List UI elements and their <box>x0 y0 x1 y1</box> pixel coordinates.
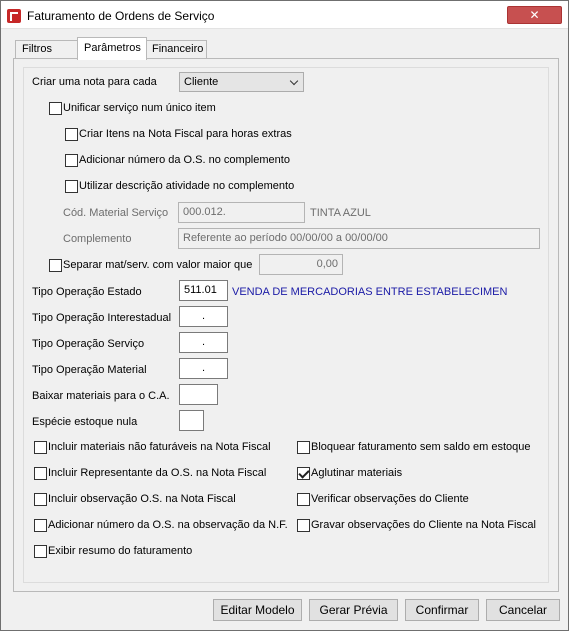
separar-checkbox[interactable] <box>49 259 62 272</box>
tipo-estado-desc: VENDA DE MERCADORIAS ENTRE ESTABELECIMEN <box>232 286 508 298</box>
baixar-field[interactable] <box>179 384 218 405</box>
cancelar-button[interactable]: Cancelar <box>486 599 560 621</box>
chevron-down-icon <box>289 76 299 86</box>
verificar-observacoes-label: Verificar observações do Cliente <box>311 493 469 505</box>
tipo-servico-field[interactable]: . <box>179 332 228 353</box>
tab-filtros[interactable]: Filtros <box>15 40 79 59</box>
utilizar-desc-label: Utilizar descrição atividade no compleme… <box>79 180 295 192</box>
cod-material-desc: TINTA AZUL <box>310 207 371 219</box>
especie-label: Espécie estoque nula <box>32 416 138 428</box>
aglutinar-materiais-checkbox[interactable] <box>297 467 310 480</box>
complemento-field[interactable]: Referente ao período 00/00/00 a 00/00/00 <box>178 228 540 249</box>
incluir-materiais-checkbox[interactable] <box>34 441 47 454</box>
criar-nota-value: Cliente <box>184 76 219 88</box>
tipo-estado-field[interactable]: 511.01 <box>179 280 228 301</box>
tipo-interestadual-field[interactable]: . <box>179 306 228 327</box>
criar-nota-label: Criar uma nota para cada <box>32 76 157 88</box>
unificar-checkbox[interactable] <box>49 102 62 115</box>
tab-parametros[interactable]: Parâmetros <box>77 37 147 60</box>
tipo-servico-label: Tipo Operação Serviço <box>32 338 145 350</box>
tab-financeiro[interactable]: Financeiro <box>145 40 207 59</box>
confirmar-button[interactable]: Confirmar <box>405 599 479 621</box>
incluir-representante-checkbox[interactable] <box>34 467 47 480</box>
tipo-material-label: Tipo Operação Material <box>32 364 147 376</box>
incluir-materiais-label: Incluir materiais não faturáveis na Nota… <box>48 441 271 453</box>
title-bar: Faturamento de Ordens de Serviço ✕ <box>1 1 568 29</box>
dialog-window: Faturamento de Ordens de Serviço ✕ Filtr… <box>0 0 569 631</box>
baixar-label: Baixar materiais para o C.A. <box>32 390 170 402</box>
exibir-resumo-checkbox[interactable] <box>34 545 47 558</box>
gravar-observacoes-checkbox[interactable] <box>297 519 310 532</box>
bloquear-faturamento-checkbox[interactable] <box>297 441 310 454</box>
unificar-label: Unificar serviço num único item <box>63 102 216 114</box>
tipo-estado-label: Tipo Operação Estado <box>32 286 142 298</box>
separar-value-field[interactable]: 0,00 <box>259 254 343 275</box>
verificar-observacoes-checkbox[interactable] <box>297 493 310 506</box>
close-button[interactable]: ✕ <box>507 6 562 24</box>
parametros-group <box>23 67 549 583</box>
cod-material-field[interactable]: 000.012. <box>178 202 305 223</box>
tipo-interestadual-label: Tipo Operação Interestadual <box>32 312 172 324</box>
complemento-label: Complemento <box>63 233 132 245</box>
incluir-observacao-label: Incluir observação O.S. na Nota Fiscal <box>48 493 236 505</box>
incluir-observacao-checkbox[interactable] <box>34 493 47 506</box>
tipo-material-field[interactable]: . <box>179 358 228 379</box>
adicionar-os-label: Adicionar número da O.S. no complemento <box>79 154 290 166</box>
bloquear-faturamento-label: Bloquear faturamento sem saldo em estoqu… <box>311 441 531 453</box>
criar-itens-label: Criar Itens na Nota Fiscal para horas ex… <box>79 128 292 140</box>
especie-field[interactable] <box>179 410 204 431</box>
utilizar-desc-checkbox[interactable] <box>65 180 78 193</box>
aglutinar-materiais-label: Aglutinar materiais <box>311 467 403 479</box>
editar-modelo-button[interactable]: Editar Modelo <box>213 599 302 621</box>
gravar-observacoes-label: Gravar observações do Cliente na Nota Fi… <box>311 519 536 531</box>
cod-material-label: Cód. Material Serviço <box>63 207 169 219</box>
window-title: Faturamento de Ordens de Serviço <box>27 9 215 23</box>
separar-label: Separar mat/serv. com valor maior que <box>63 259 253 271</box>
gerar-previa-button[interactable]: Gerar Prévia <box>309 599 398 621</box>
adicionar-os-checkbox[interactable] <box>65 154 78 167</box>
adicionar-os-obs-checkbox[interactable] <box>34 519 47 532</box>
adicionar-os-obs-label: Adicionar número da O.S. na observação d… <box>48 519 288 531</box>
criar-nota-select[interactable]: Cliente <box>179 72 304 92</box>
incluir-representante-label: Incluir Representante da O.S. na Nota Fi… <box>48 467 267 479</box>
criar-itens-checkbox[interactable] <box>65 128 78 141</box>
exibir-resumo-label: Exibir resumo do faturamento <box>48 545 193 557</box>
app-logo-icon <box>7 9 21 23</box>
